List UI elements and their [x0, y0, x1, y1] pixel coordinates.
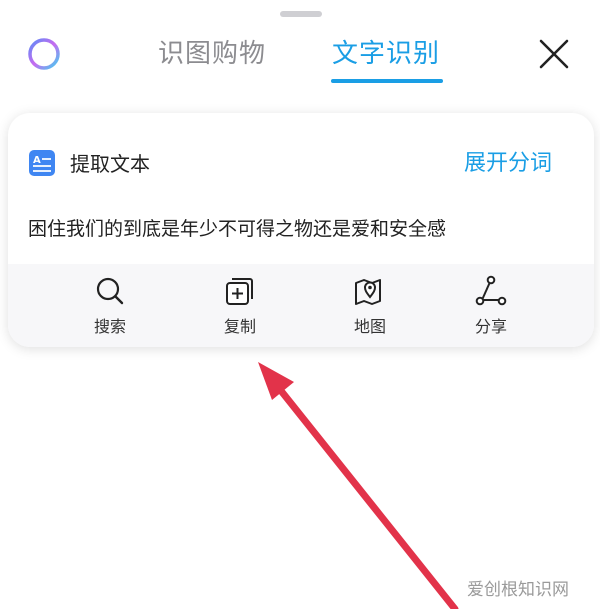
map-label: 地图 — [353, 317, 386, 336]
search-button[interactable]: 搜索 — [65, 264, 155, 347]
expand-segmentation-button[interactable]: 展开分词 — [464, 149, 552, 179]
text-extract-card: A 提取文本 展开分词 困住我们的到底是年少不可得之物还是爱和安全感 搜索 复制 — [8, 113, 594, 347]
map-icon — [355, 279, 381, 305]
share-button[interactable]: 分享 — [446, 264, 536, 347]
tab-image-shopping[interactable]: 识图购物 — [158, 36, 266, 72]
card-header: A 提取文本 展开分词 — [8, 113, 594, 213]
share-label: 分享 — [474, 317, 507, 336]
copy-button[interactable]: 复制 — [195, 264, 285, 347]
tab-text-recognition[interactable]: 文字识别 — [332, 36, 440, 72]
search-label: 搜索 — [93, 317, 126, 336]
active-tab-indicator — [331, 79, 443, 83]
action-bar: 搜索 复制 地图 分享 — [8, 264, 594, 347]
assistant-logo-icon — [28, 38, 60, 70]
watermark: 爱创根知识网 — [467, 580, 569, 600]
close-icon[interactable] — [538, 38, 570, 70]
copy-icon — [226, 278, 253, 305]
recognized-text[interactable]: 困住我们的到底是年少不可得之物还是爱和安全感 — [28, 215, 446, 243]
extract-text-label: 提取文本 — [70, 152, 150, 176]
document-icon: A — [29, 150, 55, 176]
svg-text:A: A — [33, 155, 41, 166]
map-button[interactable]: 地图 — [325, 264, 415, 347]
drag-handle[interactable] — [280, 11, 322, 17]
share-icon — [475, 275, 507, 306]
search-icon — [96, 277, 124, 305]
copy-label: 复制 — [223, 317, 256, 336]
